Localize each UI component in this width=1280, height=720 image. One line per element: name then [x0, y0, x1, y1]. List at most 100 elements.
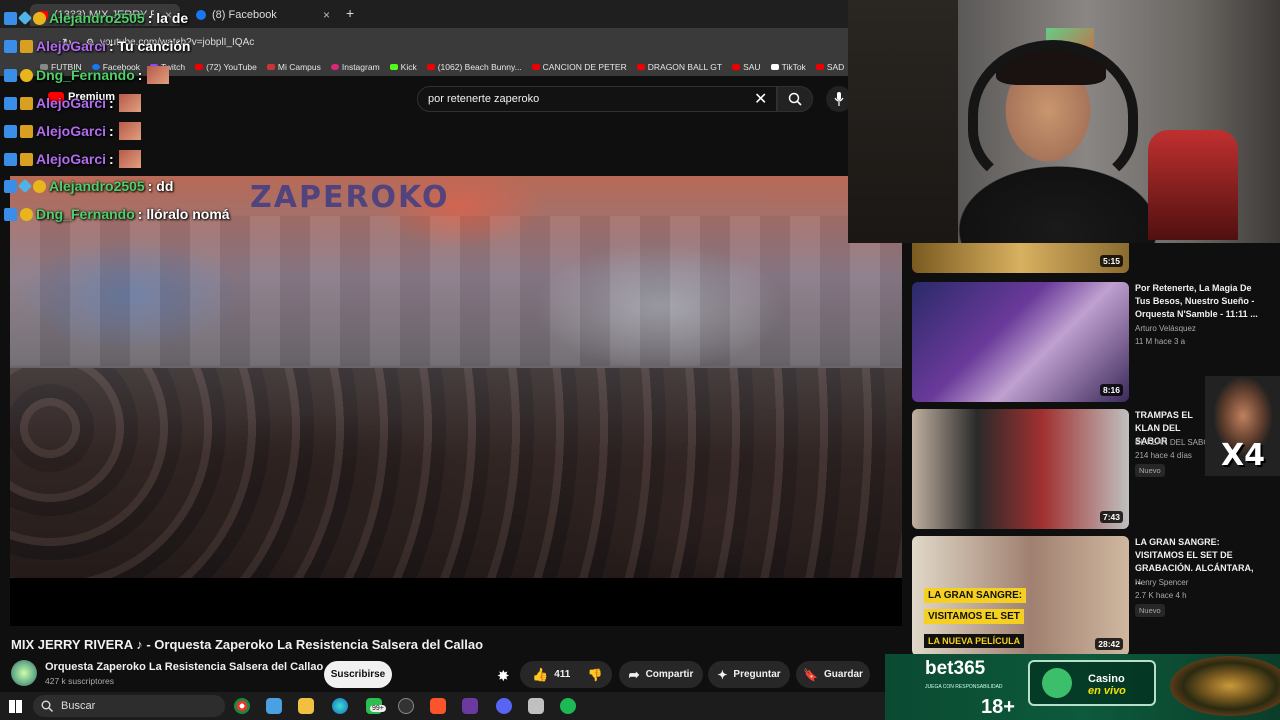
bookmark-dragon-ball[interactable]: DRAGON BALL GT — [636, 62, 722, 72]
prime-badge-icon — [4, 39, 17, 53]
chat-message: AlejoGarci : Tu canción — [4, 38, 190, 54]
tab-label: (8) Facebook — [212, 9, 277, 21]
share-icon: ➦ — [628, 666, 640, 682]
sparkle-ask-icon: ✦ — [717, 667, 728, 682]
search-input[interactable]: por retenerte zaperoko — [417, 86, 777, 112]
steam-icon[interactable] — [398, 698, 414, 714]
bet365-banner[interactable]: bet365 JUEGA CON RESPONSABILIDAD 18+ Cas… — [885, 654, 1280, 720]
tiktok-icon — [770, 64, 779, 70]
chat-username: AlejoGarci — [36, 95, 107, 111]
bookmark-cancion-peter[interactable]: CANCION DE PETER — [531, 62, 627, 72]
discord-icon[interactable] — [496, 698, 512, 714]
tab-facebook[interactable]: (8) Facebook × — [188, 4, 338, 26]
bookmark-mi-campus[interactable]: Mi Campus — [266, 62, 321, 72]
edge-icon[interactable] — [332, 698, 348, 714]
search-icon — [788, 92, 802, 106]
dislike-button[interactable]: 👎 — [578, 661, 612, 688]
search-icon — [41, 700, 53, 712]
new-badge: Nuevo — [1135, 604, 1165, 617]
youtube-icon — [815, 64, 824, 70]
recommended-meta: 214 hace 4 días — [1135, 451, 1192, 460]
duration-badge: 5:15 — [1099, 255, 1123, 267]
chat-message: Alejandro2505 : dd — [4, 178, 173, 194]
bookmark-tiktok[interactable]: TikTok — [770, 62, 806, 72]
chat-text: : — [109, 95, 114, 111]
video-thumbnail[interactable]: 8:16 — [912, 282, 1129, 402]
recommended-channel[interactable]: Henry Spencer — [1135, 578, 1188, 587]
video-thumbnail[interactable]: 5:15 — [912, 243, 1129, 273]
spotify-icon[interactable] — [560, 698, 576, 714]
new-tab-button[interactable]: + — [346, 5, 354, 21]
recommended-meta: 2.7 K hace 4 h — [1135, 591, 1187, 600]
prime-badge-icon — [4, 96, 17, 110]
bookmark-save-icon: 🔖 — [803, 667, 819, 682]
mural-text: ZAPEROKO — [250, 180, 450, 215]
facebook-tab-icon — [196, 10, 206, 20]
app-icon[interactable] — [528, 698, 544, 714]
video-thumbnail[interactable]: 7:43 — [912, 409, 1129, 529]
prime-badge-icon — [4, 124, 17, 138]
app-icon[interactable] — [462, 698, 478, 714]
youtube-icon — [531, 64, 540, 70]
search-button[interactable] — [777, 86, 813, 112]
brave-icon[interactable] — [430, 698, 446, 714]
save-button[interactable]: 🔖 Guardar — [796, 661, 870, 688]
chat-text: : — [109, 151, 114, 167]
ask-button[interactable]: ✦ Preguntar — [708, 661, 790, 688]
youtube-icon — [732, 64, 741, 70]
microphone-icon — [834, 92, 844, 106]
bookmark-beach-bunny[interactable]: (1062) Beach Bunny... — [426, 62, 522, 72]
prime-badge-icon — [4, 152, 17, 166]
chat-message: AlejoGarci : — [4, 94, 141, 112]
mural-background — [10, 216, 902, 366]
video-letterbox — [10, 578, 902, 626]
sub-badge-icon — [33, 179, 46, 193]
file-explorer-icon[interactable] — [298, 698, 314, 714]
crown-badge-icon — [20, 152, 33, 166]
youtube-icon — [195, 64, 204, 70]
bookmark-instagram[interactable]: Instagram — [330, 62, 380, 72]
video-player[interactable]: ZAPEROKO — [10, 176, 902, 578]
sub-badge-icon — [20, 68, 33, 82]
screen: (1323) MIX JERRY RIVERA × (8) Facebook ×… — [0, 0, 1280, 720]
subscribe-button[interactable]: Suscribirse — [324, 661, 392, 688]
video-thumbnail[interactable]: LA GRAN SANGRE: VISITAMOS EL SET LA NUEV… — [912, 536, 1129, 656]
chat-text: : — [109, 123, 114, 139]
channel-name[interactable]: Orquesta Zaperoko La Resistencia Salsera… — [45, 661, 338, 673]
task-view-icon[interactable] — [266, 698, 282, 714]
crowd-image — [10, 368, 902, 578]
share-button[interactable]: ➦ Compartir — [619, 661, 703, 688]
chat-text: : dd — [147, 178, 174, 194]
recommended-channel[interactable]: Arturo Velásquez — [1135, 324, 1196, 333]
shelf-background — [848, 0, 958, 243]
bookmark-sad[interactable]: SAD — [815, 62, 844, 72]
recommended-video-title[interactable]: Por Retenerte, La Magia De Tus Besos, Nu… — [1135, 282, 1263, 321]
thumbnail-caption: VISITAMOS EL SET — [924, 609, 1024, 624]
taskbar-search[interactable]: Buscar — [33, 695, 225, 717]
emote-icon — [118, 94, 141, 112]
chat-message: Dng_Fernando : — [4, 66, 170, 84]
duration-badge: 7:43 — [1099, 511, 1123, 523]
recommended-meta: 11 M hace 3 a — [1135, 337, 1186, 346]
headset — [968, 40, 1138, 190]
sub-badge-icon — [20, 207, 33, 221]
bookmark-youtube[interactable]: (72) YouTube — [195, 62, 257, 72]
thumbnail-caption: LA NUEVA PELÍCULA — [924, 634, 1025, 648]
bookmark-sau[interactable]: SAU — [732, 62, 761, 72]
clear-search-icon[interactable]: ✕ — [754, 89, 767, 109]
whatsapp-icon[interactable]: 99+ — [366, 698, 386, 714]
banner-small-print: JUEGA CON RESPONSABILIDAD — [925, 684, 1003, 690]
recommended-channel[interactable]: EL KLAN DEL SABOR — [1135, 438, 1215, 447]
chat-message: AlejoGarci : — [4, 122, 141, 140]
notification-badge: 99+ — [370, 705, 386, 712]
chrome-icon[interactable] — [234, 698, 250, 714]
prime-badge-icon — [4, 68, 17, 82]
chat-username: Alejandro2505 — [49, 10, 145, 26]
sparkle-icon[interactable]: ✸ — [497, 667, 510, 685]
age-restriction: 18+ — [981, 696, 1015, 718]
close-tab-icon[interactable]: × — [323, 8, 330, 22]
bookmark-kick[interactable]: Kick — [389, 62, 417, 72]
windows-start-icon[interactable] — [9, 700, 22, 713]
new-badge: Nuevo — [1135, 464, 1165, 477]
channel-avatar[interactable] — [11, 660, 37, 686]
